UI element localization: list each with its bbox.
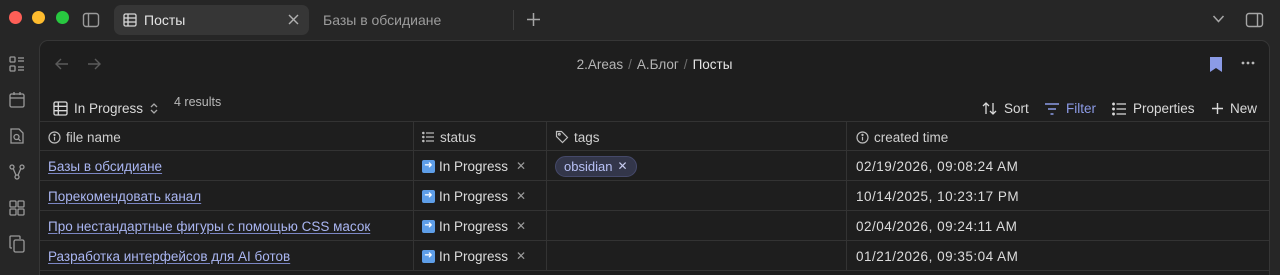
- new-button[interactable]: New: [1211, 101, 1257, 116]
- column-header-status[interactable]: status: [414, 122, 547, 152]
- status-label: In Progress: [439, 188, 509, 204]
- graph-icon[interactable]: [8, 163, 26, 181]
- list-icon: [422, 131, 435, 143]
- list-icon: [1112, 102, 1127, 116]
- table-row: Про нестандартные фигуры с помощью CSS м…: [40, 211, 1269, 241]
- properties-label: Properties: [1133, 101, 1195, 116]
- plus-icon: [1211, 102, 1224, 115]
- table-icon: [123, 13, 137, 27]
- file-link[interactable]: Разработка интерфейсов для AI ботов: [48, 249, 290, 264]
- tags-cell-empty[interactable]: [547, 211, 847, 241]
- main-pane: 2.Areas / A.Блог / Посты In Progress 4 resul…: [39, 40, 1270, 275]
- info-icon: [856, 130, 869, 144]
- status-value[interactable]: ➜ In Progress ✕: [422, 159, 526, 174]
- breadcrumb-current[interactable]: Посты: [693, 57, 733, 72]
- close-icon[interactable]: [287, 13, 300, 26]
- sort-icon: [982, 101, 998, 116]
- table-icon: [53, 101, 68, 116]
- copy-icon[interactable]: [8, 235, 26, 253]
- arrow-right-icon: ➜: [422, 249, 435, 263]
- filter-icon: [1044, 102, 1060, 116]
- filter-button[interactable]: Filter: [1044, 101, 1096, 116]
- sort-label: Sort: [1004, 101, 1029, 116]
- status-value[interactable]: ➜ In Progress ✕: [422, 189, 526, 204]
- tab-posts[interactable]: Посты: [114, 5, 309, 35]
- maximize-window-button[interactable]: [56, 11, 69, 24]
- table-row: Базы в обсидиане ➜ In Progress ✕ obsidia…: [40, 151, 1269, 181]
- created-time: 01/21/2026, 09:35:04 AM: [856, 248, 1019, 264]
- dashboard-icon[interactable]: [8, 55, 26, 73]
- table-header-row: file name status tags created time: [40, 121, 1269, 152]
- column-label: tags: [574, 129, 600, 145]
- column-header-file-name[interactable]: file name: [40, 122, 414, 152]
- remove-tag-icon[interactable]: ✕: [617, 159, 627, 173]
- search-file-icon[interactable]: [8, 127, 26, 145]
- breadcrumb-separator: /: [683, 57, 688, 72]
- results-count: 4 results: [174, 95, 222, 109]
- column-header-tags[interactable]: tags: [547, 122, 847, 152]
- close-window-button[interactable]: [9, 11, 22, 24]
- tag-label: obsidian: [564, 158, 613, 174]
- chevron-up-down-icon: [149, 102, 159, 115]
- created-time: 02/04/2026, 09:24:11 AM: [856, 218, 1018, 234]
- column-label: created time: [874, 129, 949, 145]
- tag-pill[interactable]: obsidian ✕: [555, 155, 637, 177]
- properties-button[interactable]: Properties: [1112, 101, 1195, 116]
- tab-divider: [513, 10, 514, 30]
- table-row: Порекомендовать канал ➜ In Progress ✕ 10…: [40, 181, 1269, 211]
- bookmark-icon[interactable]: [1209, 56, 1223, 73]
- status-label: In Progress: [439, 218, 509, 234]
- info-icon: [48, 130, 61, 144]
- chevron-down-icon[interactable]: [1212, 14, 1225, 24]
- arrow-right-icon: ➜: [422, 159, 435, 173]
- sidebar-toggle-icon[interactable]: [82, 11, 100, 29]
- tags-cell-empty[interactable]: [547, 181, 847, 211]
- created-time: 02/19/2026, 09:08:24 AM: [856, 158, 1019, 174]
- remove-icon[interactable]: ✕: [516, 189, 526, 203]
- breadcrumb-blog[interactable]: A.Блог: [637, 57, 679, 72]
- more-options-icon[interactable]: [1240, 55, 1256, 71]
- new-label: New: [1230, 101, 1258, 116]
- column-label: file name: [66, 129, 121, 145]
- arrow-right-icon: ➜: [422, 189, 435, 203]
- breadcrumb: 2.Areas / A.Блог / Посты: [40, 57, 1269, 72]
- table-row: Разработка интерфейсов для AI ботов ➜ In…: [40, 241, 1269, 271]
- right-sidebar-icon[interactable]: [1245, 11, 1264, 29]
- arrow-right-icon: ➜: [422, 219, 435, 233]
- tag-icon: [555, 130, 569, 144]
- tab-obsidian-bases[interactable]: Базы в обсидиане: [323, 12, 441, 28]
- title-bar: Посты Базы в обсидиане: [0, 0, 1280, 40]
- remove-icon[interactable]: ✕: [516, 219, 526, 233]
- file-link[interactable]: Порекомендовать канал: [48, 189, 201, 204]
- column-label: status: [440, 129, 477, 145]
- status-label: In Progress: [439, 158, 509, 174]
- status-value[interactable]: ➜ In Progress ✕: [422, 219, 526, 234]
- remove-icon[interactable]: ✕: [516, 249, 526, 263]
- plus-icon[interactable]: [526, 12, 541, 27]
- file-link[interactable]: Про нестандартные фигуры с помощью CSS м…: [48, 219, 370, 234]
- tags-cell-empty[interactable]: [547, 241, 847, 271]
- breadcrumb-separator: /: [628, 57, 632, 72]
- calendar-icon[interactable]: [8, 91, 26, 109]
- tab-label: Посты: [144, 12, 186, 28]
- status-label: In Progress: [439, 248, 509, 264]
- status-value[interactable]: ➜ In Progress ✕: [422, 249, 526, 264]
- view-name: In Progress: [74, 101, 144, 116]
- minimize-window-button[interactable]: [32, 11, 45, 24]
- blocks-icon[interactable]: [8, 199, 26, 217]
- left-ribbon: [0, 40, 38, 275]
- sort-button[interactable]: Sort: [982, 101, 1029, 116]
- remove-icon[interactable]: ✕: [516, 159, 526, 173]
- breadcrumb-areas[interactable]: 2.Areas: [577, 57, 624, 72]
- created-time: 10/14/2025, 10:23:17 PM: [856, 188, 1020, 204]
- filter-label: Filter: [1066, 101, 1096, 116]
- file-link[interactable]: Базы в обсидиане: [48, 159, 162, 174]
- column-header-created-time[interactable]: created time: [847, 122, 1260, 152]
- view-selector[interactable]: In Progress: [53, 101, 159, 116]
